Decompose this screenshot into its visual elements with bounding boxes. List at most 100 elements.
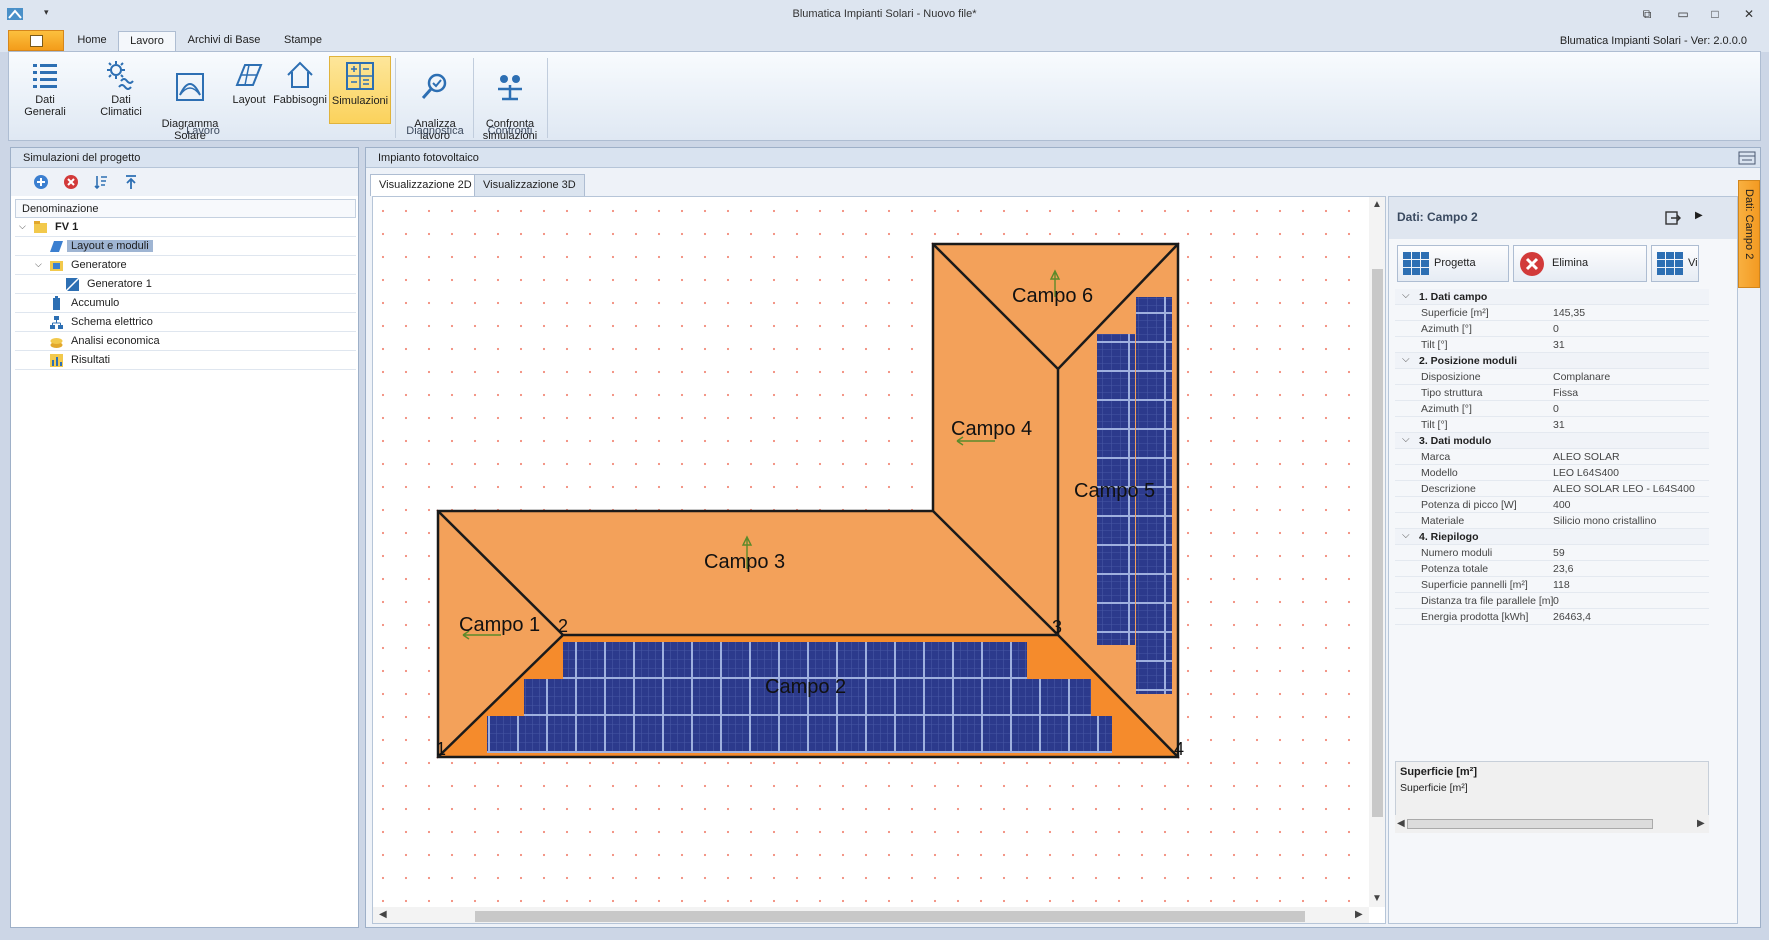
tab-home[interactable]: Home xyxy=(70,31,114,52)
scroll-thumb[interactable] xyxy=(1372,269,1383,817)
property-row[interactable]: Potenza di picco [W] 400 xyxy=(1395,497,1709,513)
tree-row-accumulo[interactable]: Accumulo xyxy=(15,294,356,313)
tree-row-risultati[interactable]: Risultati xyxy=(15,351,356,370)
expand-arrow-icon[interactable]: ▶ xyxy=(1695,210,1703,221)
tab-visualizzazione-3d[interactable]: Visualizzazione 3D xyxy=(474,174,585,196)
scroll-left-icon[interactable]: ◀ xyxy=(1397,818,1405,829)
property-description: Superficie [m²] Superficie [m²] xyxy=(1395,761,1709,819)
analizza-lavoro-button[interactable]: Analizza lavoro xyxy=(401,56,469,142)
delete-icon[interactable] xyxy=(63,174,79,190)
dati-generali-button[interactable]: Dati Generali xyxy=(15,56,75,124)
layout-button[interactable]: Layout xyxy=(229,56,269,124)
ribbon: Dati Generali Dati Climatici Diagramma S… xyxy=(8,51,1761,142)
collapse-chevron-icon[interactable]: ⌵ xyxy=(19,221,26,232)
property-row[interactable]: Tilt [°] 31 xyxy=(1395,417,1709,433)
panel-title: Simulazioni del progetto xyxy=(11,148,358,168)
window-layout-icon[interactable] xyxy=(1738,150,1756,166)
tree-row-generatore[interactable]: ⌵ Generatore xyxy=(15,256,356,275)
property-row[interactable]: Potenza totale 23,6 xyxy=(1395,561,1709,577)
fabbisogni-button[interactable]: Fabbisogni xyxy=(271,56,329,124)
property-row[interactable]: Materiale Silicio mono cristallino xyxy=(1395,513,1709,529)
version-label: Blumatica Impianti Solari - Ver: 2.0.0.0 xyxy=(1559,35,1747,47)
category-posizione-moduli[interactable]: ⌵ 2. Posizione moduli xyxy=(1395,353,1709,369)
export-icon[interactable] xyxy=(1665,210,1681,226)
campo-4-label[interactable]: Campo 4 xyxy=(951,418,1032,440)
visualizza-button[interactable]: Vi xyxy=(1651,245,1699,282)
property-row[interactable]: Descrizione ALEO SOLAR LEO - L64S400 xyxy=(1395,481,1709,497)
collapse-chevron-icon[interactable]: ⌵ xyxy=(1402,434,1410,445)
scroll-thumb[interactable] xyxy=(475,911,1305,922)
tree-row-generatore-1[interactable]: Generatore 1 xyxy=(15,275,356,294)
file-menu-button[interactable] xyxy=(8,30,64,51)
diagramma-solare-button[interactable]: Diagramma Solare xyxy=(159,56,221,142)
category-dati-campo[interactable]: ⌵ 1. Dati campo xyxy=(1395,289,1709,305)
scroll-right-icon[interactable]: ▶ xyxy=(1697,818,1705,829)
vertical-scrollbar[interactable]: ▲ ▼ xyxy=(1369,197,1385,907)
campo-5-label[interactable]: Campo 5 xyxy=(1074,480,1155,502)
scroll-right-icon[interactable]: ▶ xyxy=(1355,909,1363,920)
property-row[interactable]: Superficie pannelli [m²] 118 xyxy=(1395,577,1709,593)
maximize-button[interactable]: □ xyxy=(1702,5,1728,23)
property-row[interactable]: Azimuth [°] 0 xyxy=(1395,401,1709,417)
group-label-confronti: Confronti xyxy=(487,125,533,137)
property-row[interactable]: Superficie [m²] 145,35 xyxy=(1395,305,1709,321)
solar-panel-icon xyxy=(1657,252,1683,275)
elimina-progettazione-button[interactable]: Elimina progettazione xyxy=(1513,245,1647,304)
simulazioni-button[interactable]: Simulazioni xyxy=(329,56,391,124)
scroll-down-icon[interactable]: ▼ xyxy=(1372,893,1382,904)
scroll-thumb[interactable] xyxy=(1407,819,1653,829)
category-dati-modulo[interactable]: ⌵ 3. Dati modulo xyxy=(1395,433,1709,449)
tree-row-layout-e-moduli[interactable]: Layout e moduli xyxy=(15,237,356,256)
campo-3-label[interactable]: Campo 3 xyxy=(704,551,785,573)
campo-2-label[interactable]: Campo 2 xyxy=(765,676,846,698)
tab-stampe[interactable]: Stampe xyxy=(278,31,328,52)
minimize-button[interactable]: ▭ xyxy=(1670,5,1696,23)
tab-visualizzazione-2d[interactable]: Visualizzazione 2D xyxy=(370,174,481,196)
collapse-chevron-icon[interactable]: ⌵ xyxy=(1402,530,1410,541)
horizontal-scrollbar[interactable]: ◀ ▶ xyxy=(373,907,1369,923)
collapse-chevron-icon[interactable]: ⌵ xyxy=(1402,354,1410,365)
property-row[interactable]: Distanza tra file parallele [m] 0 xyxy=(1395,593,1709,609)
property-row[interactable]: Tipo struttura Fissa xyxy=(1395,385,1709,401)
tree-row-fv1[interactable]: ⌵ FV 1 xyxy=(15,218,356,237)
property-row[interactable]: Disposizione Complanare xyxy=(1395,369,1709,385)
confronta-simulazioni-button[interactable]: Confronta simulazioni xyxy=(475,56,545,142)
restore-layout-icon[interactable]: ⧉ xyxy=(1634,5,1660,23)
property-row[interactable]: Energia prodotta [kWh] 26463,4 xyxy=(1395,609,1709,625)
move-top-icon[interactable] xyxy=(123,174,139,190)
vertex-3-label: 3 xyxy=(1052,617,1062,637)
add-icon[interactable] xyxy=(33,174,49,190)
sort-icon[interactable] xyxy=(93,174,109,190)
analyze-icon xyxy=(421,73,447,99)
delete-icon xyxy=(1520,252,1544,276)
house-icon xyxy=(287,61,313,88)
property-row[interactable]: Modello LEO L64S400 xyxy=(1395,465,1709,481)
drawing-canvas[interactable]: Campo 1 Campo 2 Campo 3 Campo 4 Campo 5 … xyxy=(372,196,1386,924)
tree-row-analisi-economica[interactable]: Analisi economica xyxy=(15,332,356,351)
tree-row-schema-elettrico[interactable]: Schema elettrico xyxy=(15,313,356,332)
campo-1-label[interactable]: Campo 1 xyxy=(459,614,540,636)
climate-icon xyxy=(107,61,134,90)
progetta-moduli-button[interactable]: Progetta moduli xyxy=(1397,245,1509,304)
side-tab-label: Dati: Campo 2 xyxy=(1743,189,1755,260)
property-row[interactable]: Marca ALEO SOLAR xyxy=(1395,449,1709,465)
collapse-chevron-icon[interactable]: ⌵ xyxy=(1402,290,1410,301)
property-row[interactable]: Numero moduli 59 xyxy=(1395,545,1709,561)
tab-archivi-di-base[interactable]: Archivi di Base xyxy=(182,31,266,52)
side-tab-dati-campo[interactable]: Dati: Campo 2 xyxy=(1738,180,1760,288)
properties-horizontal-scrollbar[interactable]: ◀ ▶ xyxy=(1395,815,1709,833)
close-button[interactable]: ✕ xyxy=(1736,5,1762,23)
scroll-up-icon[interactable]: ▲ xyxy=(1372,199,1382,210)
property-row[interactable]: Tilt [°] 31 xyxy=(1395,337,1709,353)
tab-lavoro[interactable]: Lavoro xyxy=(118,31,176,52)
coins-icon xyxy=(50,338,63,348)
roof-layout-drawing[interactable]: Campo 1 Campo 2 Campo 3 Campo 4 Campo 5 … xyxy=(373,197,1369,907)
property-row[interactable]: Azimuth [°] 0 xyxy=(1395,321,1709,337)
collapse-chevron-icon[interactable]: ⌵ xyxy=(35,259,42,270)
dati-climatici-button[interactable]: Dati Climatici xyxy=(89,56,153,124)
campo-6-label[interactable]: Campo 6 xyxy=(1012,285,1093,307)
category-riepilogo[interactable]: ⌵ 4. Riepilogo xyxy=(1395,529,1709,545)
scroll-left-icon[interactable]: ◀ xyxy=(379,909,387,920)
group-label-diagnostica: Diagnostica xyxy=(406,125,464,137)
ribbon-tab-row: Home Lavoro Archivi di Base Stampe Bluma… xyxy=(0,28,1769,52)
